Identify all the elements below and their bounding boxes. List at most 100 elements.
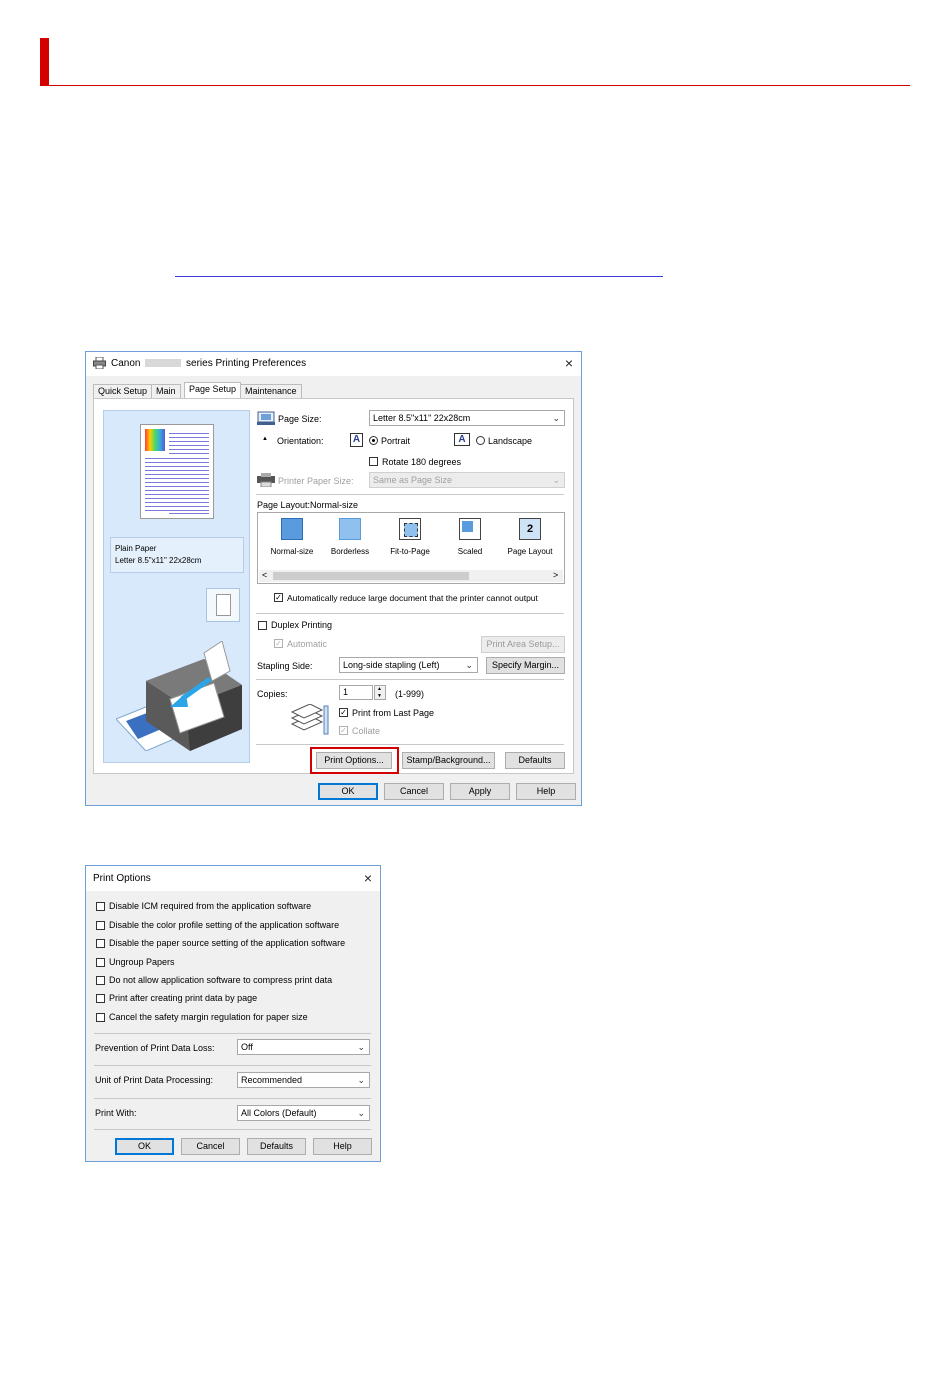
ok-button[interactable]: OK [318, 783, 378, 800]
auto-reduce-checkbox[interactable]: ✓ [274, 593, 283, 602]
layout-fit-to-page[interactable]: Fit-to-Page [384, 518, 436, 556]
chevron-down-icon: ⌄ [465, 660, 473, 670]
chevron-down-icon: ⌄ [552, 475, 560, 485]
unit-value: Recommended [241, 1075, 303, 1085]
stapling-side-select[interactable]: Long-side stapling (Left) ⌄ [339, 657, 478, 673]
divider [256, 494, 564, 495]
collate-checkbox: ✓ [339, 726, 348, 735]
portrait-radio[interactable] [369, 436, 378, 445]
copies-input[interactable]: 1 [339, 685, 373, 700]
print-from-last-page-checkbox[interactable]: ✓ [339, 708, 348, 717]
rotate-180-checkbox[interactable] [369, 457, 378, 466]
chevron-down-icon: ⌄ [357, 1075, 365, 1085]
media-type-text: Plain Paper [115, 544, 157, 553]
printer-paper-size-value: Same as Page Size [373, 475, 453, 485]
tab-quick-setup[interactable]: Quick Setup [93, 384, 153, 399]
defaults-button[interactable]: Defaults [247, 1138, 306, 1155]
option-checkbox-print-after-creating[interactable] [96, 994, 105, 1003]
preview-image-block [145, 429, 165, 451]
print-from-last-page-label: Print from Last Page [352, 708, 435, 718]
defaults-button[interactable]: Defaults [505, 752, 565, 769]
chevron-down-icon: ⌄ [357, 1108, 365, 1118]
ok-button[interactable]: OK [115, 1138, 174, 1155]
chevron-down-icon: ⌄ [357, 1042, 365, 1052]
printer-icon [93, 357, 106, 369]
page-size-select[interactable]: Letter 8.5"x11" 22x28cm ⌄ [369, 410, 565, 426]
specify-margin-button[interactable]: Specify Margin... [486, 657, 565, 674]
stacked-pages-icon [290, 704, 329, 735]
scaled-icon [459, 518, 481, 540]
page-size-label: Page Size: [278, 414, 322, 424]
layout-scaled[interactable]: Scaled [444, 518, 496, 556]
page-layout-list: Normal-size Borderless Fit-to-Page Scale… [257, 512, 565, 584]
horizontal-scrollbar[interactable]: < > [259, 570, 563, 582]
option-checkbox-disable-color-profile[interactable] [96, 921, 105, 930]
auto-reduce-label: Automatically reduce large document that… [287, 593, 538, 603]
page-size-icon [257, 411, 275, 425]
option-checkbox-disable-icm[interactable] [96, 902, 105, 911]
print-options-highlight [310, 747, 399, 774]
prevention-value: Off [241, 1042, 253, 1052]
copies-label: Copies: [257, 689, 288, 699]
divider [256, 613, 564, 614]
option-checkbox-no-compress[interactable] [96, 976, 105, 985]
divider [256, 679, 564, 680]
divider [256, 744, 564, 745]
scroll-right-icon[interactable]: > [553, 570, 558, 580]
unit-select[interactable]: Recommended ⌄ [237, 1072, 370, 1088]
page-preview-thumbnail [140, 424, 214, 519]
stapling-side-value: Long-side stapling (Left) [343, 660, 440, 670]
collate-label: Collate [352, 726, 381, 736]
option-label-print-after-creating: Print after creating print data by page [109, 993, 258, 1003]
print-options-dialog: Print Options × Disable ICM required fro… [85, 865, 381, 1162]
option-label-disable-icm: Disable ICM required from the applicatio… [109, 901, 312, 911]
layout-borderless[interactable]: Borderless [324, 518, 376, 556]
print-with-value: All Colors (Default) [241, 1108, 317, 1118]
printer-paper-size-label: Printer Paper Size: [278, 476, 354, 486]
section-header-rule [40, 85, 910, 86]
landscape-orientation-icon: A [454, 433, 470, 446]
automatic-label: Automatic [287, 639, 328, 649]
dialog-title-suffix: series Printing Preferences [186, 358, 307, 369]
copies-spinner[interactable]: ▲ ▼ [374, 685, 386, 700]
tab-maintenance[interactable]: Maintenance [240, 384, 302, 399]
portrait-label: Portrait [381, 436, 411, 446]
divider [94, 1065, 371, 1066]
apply-button[interactable]: Apply [450, 783, 510, 800]
dialog-title: Print Options [93, 873, 151, 884]
prevention-select[interactable]: Off ⌄ [237, 1039, 370, 1055]
divider [94, 1098, 371, 1099]
page-layout-icon: 2 [519, 518, 541, 540]
close-icon[interactable]: × [565, 355, 573, 371]
layout-page-layout[interactable]: 2 Page Layout [504, 518, 556, 556]
layout-normal-size[interactable]: Normal-size [266, 518, 318, 556]
stamp-background-button[interactable]: Stamp/Background... [402, 752, 495, 769]
option-checkbox-ungroup-papers[interactable] [96, 958, 105, 967]
help-button[interactable]: Help [516, 783, 576, 800]
document-link-underline[interactable] [175, 276, 663, 277]
close-icon[interactable]: × [364, 870, 372, 886]
landscape-radio[interactable] [476, 436, 485, 445]
option-checkbox-cancel-safety-margin[interactable] [96, 1013, 105, 1022]
cancel-button[interactable]: Cancel [384, 783, 444, 800]
spin-down-icon[interactable]: ▼ [377, 693, 382, 699]
duplex-printing-checkbox[interactable] [258, 621, 267, 630]
option-checkbox-disable-paper-source[interactable] [96, 939, 105, 948]
help-button[interactable]: Help [313, 1138, 372, 1155]
divider [94, 1129, 371, 1130]
bullet-icon: ▲ [262, 436, 268, 442]
unit-label: Unit of Print Data Processing: [95, 1075, 214, 1085]
landscape-label: Landscape [488, 436, 533, 446]
tab-main[interactable]: Main [151, 384, 181, 399]
redacted-model-name [145, 359, 182, 368]
print-with-select[interactable]: All Colors (Default) ⌄ [237, 1105, 370, 1121]
cancel-button[interactable]: Cancel [181, 1138, 240, 1155]
option-label-disable-color-profile: Disable the color profile setting of the… [109, 920, 340, 930]
borderless-icon [339, 518, 361, 540]
chevron-down-icon: ⌄ [552, 413, 560, 423]
spin-up-icon[interactable]: ▲ [377, 686, 382, 692]
scrollbar-thumb[interactable] [273, 572, 469, 580]
print-with-label: Print With: [95, 1108, 137, 1118]
printer-paper-size-icon [257, 473, 275, 487]
scroll-left-icon[interactable]: < [262, 570, 267, 580]
